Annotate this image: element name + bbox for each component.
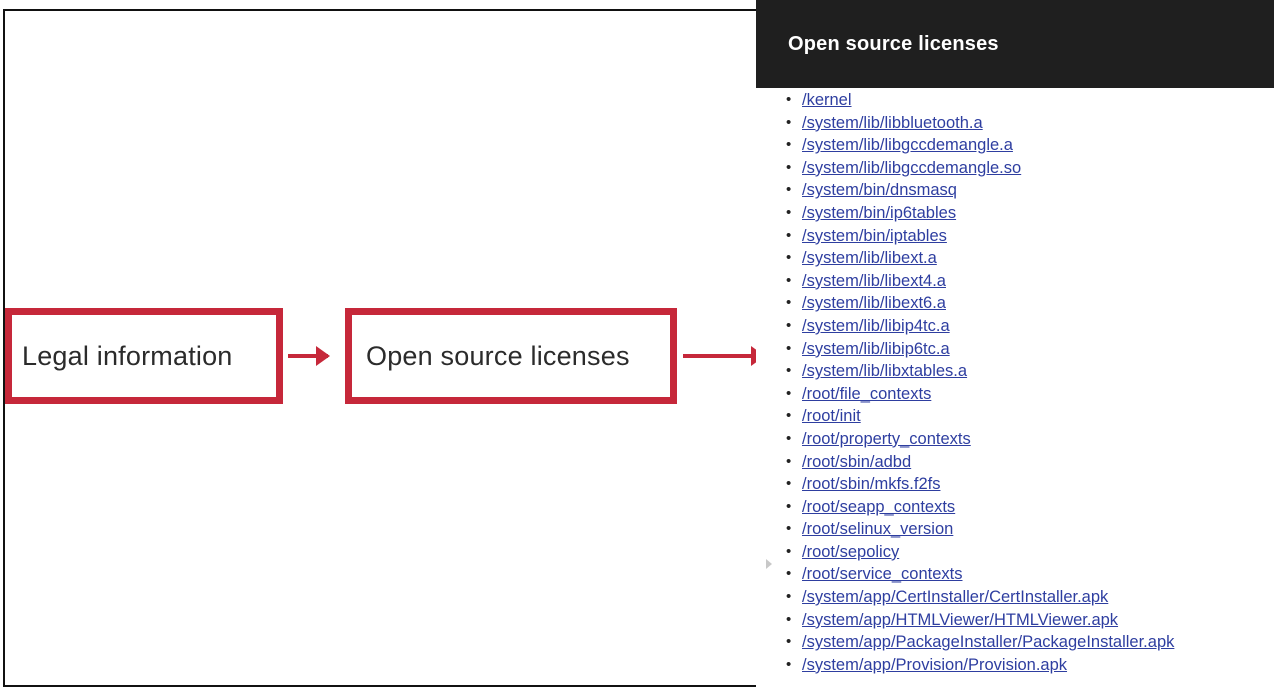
list-item: /root/selinux_version xyxy=(786,518,1274,541)
list-item: /kernel xyxy=(786,89,1274,112)
list-item: /system/bin/iptables xyxy=(786,225,1274,248)
arrow-right-icon xyxy=(288,346,330,366)
page-title: Open source licenses xyxy=(788,32,999,55)
list-item: /system/app/HTMLViewer/HTMLViewer.apk xyxy=(786,609,1274,632)
license-link[interactable]: /root/sbin/adbd xyxy=(802,453,911,471)
list-item: /root/sbin/adbd xyxy=(786,451,1274,474)
list-item: /system/bin/dnsmasq xyxy=(786,179,1274,202)
license-link[interactable]: /system/lib/libbluetooth.a xyxy=(802,114,983,132)
licenses-panel: Open source licenses /kernel/system/lib/… xyxy=(756,0,1274,691)
license-link[interactable]: /root/service_contexts xyxy=(802,565,963,583)
list-item: /system/lib/libxtables.a xyxy=(786,360,1274,383)
license-link[interactable]: /root/sepolicy xyxy=(802,543,899,561)
arrow-right-icon xyxy=(683,346,765,366)
list-item: /root/init xyxy=(786,405,1274,428)
list-item: /system/app/CertInstaller/CertInstaller.… xyxy=(786,586,1274,609)
app-bar: Open source licenses xyxy=(756,0,1274,88)
license-link[interactable]: /system/app/PackageInstaller/PackageInst… xyxy=(802,633,1174,651)
legal-information-callout[interactable]: Legal information xyxy=(5,308,283,404)
open-source-licenses-callout[interactable]: Open source licenses xyxy=(345,308,677,404)
license-link[interactable]: /root/property_contexts xyxy=(802,430,971,448)
list-item: /system/bin/ip6tables xyxy=(786,202,1274,225)
license-link[interactable]: /system/bin/iptables xyxy=(802,227,947,245)
list-item: /system/lib/libgccdemangle.so xyxy=(786,157,1274,180)
list-item: /root/file_contexts xyxy=(786,383,1274,406)
list-item: /system/lib/libgccdemangle.a xyxy=(786,134,1274,157)
list-item: /system/lib/libip4tc.a xyxy=(786,315,1274,338)
license-link[interactable]: /system/lib/libext6.a xyxy=(802,294,946,312)
license-link[interactable]: /system/bin/dnsmasq xyxy=(802,181,957,199)
open-source-licenses-label: Open source licenses xyxy=(366,340,630,371)
list-item: /root/sepolicy xyxy=(786,541,1274,564)
license-link[interactable]: /system/lib/libgccdemangle.so xyxy=(802,159,1021,177)
license-link[interactable]: /system/bin/ip6tables xyxy=(802,204,956,222)
license-link[interactable]: /system/lib/libip4tc.a xyxy=(802,317,950,335)
license-link[interactable]: /root/file_contexts xyxy=(802,385,931,403)
list-item: /system/app/PackageInstaller/PackageInst… xyxy=(786,631,1274,654)
license-link[interactable]: /system/app/Provision/Provision.apk xyxy=(802,656,1067,674)
list-item: /system/lib/libbluetooth.a xyxy=(786,112,1274,135)
license-link[interactable]: /root/seapp_contexts xyxy=(802,498,955,516)
license-link[interactable]: /system/lib/libxtables.a xyxy=(802,362,967,380)
license-link[interactable]: /system/lib/libgccdemangle.a xyxy=(802,136,1013,154)
legal-information-label: Legal information xyxy=(22,340,233,371)
list-item: /system/lib/libext6.a xyxy=(786,292,1274,315)
license-link[interactable]: /kernel xyxy=(802,91,852,109)
list-item: /root/property_contexts xyxy=(786,428,1274,451)
list-item: /root/service_contexts xyxy=(786,563,1274,586)
license-link[interactable]: /root/selinux_version xyxy=(802,520,953,538)
list-item: /root/sbin/mkfs.f2fs xyxy=(786,473,1274,496)
license-link[interactable]: /system/lib/libext4.a xyxy=(802,272,946,290)
license-link[interactable]: /system/lib/libext.a xyxy=(802,249,937,267)
license-link[interactable]: /root/sbin/mkfs.f2fs xyxy=(802,475,940,493)
list-item: /system/lib/libext.a xyxy=(786,247,1274,270)
collapse-handle-icon[interactable] xyxy=(766,559,772,569)
license-link[interactable]: /system/app/HTMLViewer/HTMLViewer.apk xyxy=(802,611,1118,629)
list-item: /system/app/Provision/Provision.apk xyxy=(786,654,1274,677)
list-item: /system/lib/libext4.a xyxy=(786,270,1274,293)
license-link[interactable]: /root/init xyxy=(802,407,861,425)
list-item: /system/lib/libip6tc.a xyxy=(786,338,1274,361)
license-link[interactable]: /system/lib/libip6tc.a xyxy=(802,340,950,358)
license-list: /kernel/system/lib/libbluetooth.a/system… xyxy=(756,89,1274,676)
list-item: /root/seapp_contexts xyxy=(786,496,1274,519)
license-link[interactable]: /system/app/CertInstaller/CertInstaller.… xyxy=(802,588,1108,606)
